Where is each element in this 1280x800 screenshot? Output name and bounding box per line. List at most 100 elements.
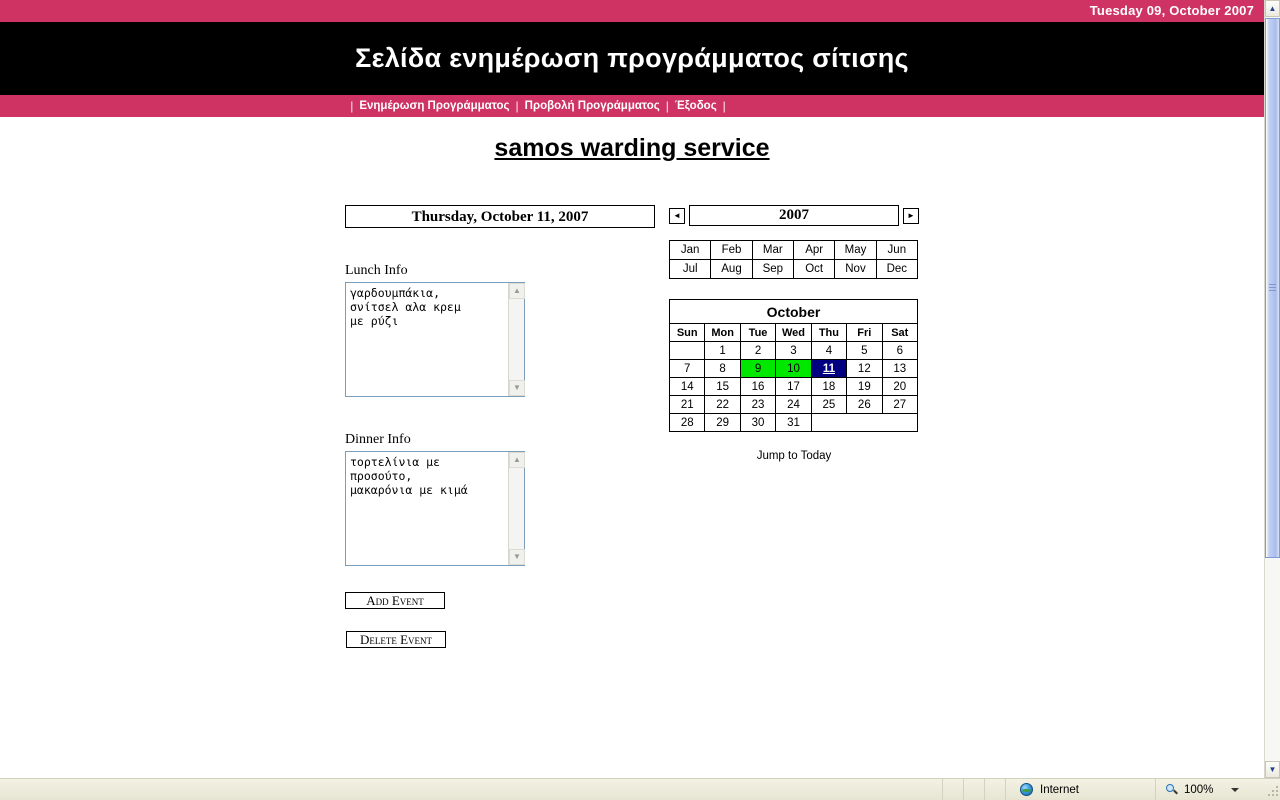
- scroll-up-icon[interactable]: ▲: [509, 283, 525, 299]
- month-cell-may[interactable]: May: [834, 240, 877, 260]
- nav-item-logout[interactable]: Έξοδος: [675, 100, 717, 112]
- calendar-day-cell[interactable]: 22: [704, 395, 741, 414]
- security-zone-label: Internet: [1040, 783, 1079, 796]
- status-segment: [943, 779, 964, 800]
- month-cell-jul[interactable]: Jul: [668, 259, 712, 279]
- calendar-day-cell[interactable]: 8: [704, 359, 741, 378]
- dinner-info-textarea[interactable]: ▲ ▼: [345, 451, 525, 566]
- calendar-day-cell[interactable]: 29: [704, 413, 741, 432]
- calendar-week-row: 1 2 3 4 5 6: [668, 341, 919, 360]
- calendar-day-cell[interactable]: 7: [668, 359, 706, 378]
- jump-to-today-link[interactable]: Jump to Today: [669, 450, 919, 462]
- scrollbar-thumb[interactable]: [1265, 18, 1280, 558]
- globe-icon: [1020, 783, 1033, 796]
- add-event-button[interactable]: Add Event: [345, 592, 445, 609]
- month-cell-sep[interactable]: Sep: [751, 259, 794, 279]
- calendar-day-cell[interactable]: 19: [846, 377, 883, 396]
- calendar-day-cell[interactable]: 25: [810, 395, 848, 414]
- weekday-fri: Fri: [846, 323, 883, 342]
- calendar-day-cell[interactable]: 28: [668, 413, 706, 432]
- month-cell-jan[interactable]: Jan: [668, 240, 712, 260]
- month-cell-dec[interactable]: Dec: [875, 259, 919, 279]
- year-display[interactable]: 2007: [689, 205, 899, 226]
- dinner-info-input[interactable]: [348, 454, 508, 563]
- calendar-day-cell[interactable]: 13: [881, 359, 919, 378]
- calendar-day-cell[interactable]: 21: [668, 395, 706, 414]
- selected-date-display: Thursday, October 11, 2007: [345, 205, 655, 228]
- calendar-day-cell[interactable]: 18: [810, 377, 848, 396]
- weekday-wed: Wed: [775, 323, 812, 342]
- status-segment: [964, 779, 985, 800]
- month-cell-oct[interactable]: Oct: [792, 259, 836, 279]
- top-date-bar: Tuesday 09, October 2007: [0, 0, 1264, 22]
- calendar-day-cell[interactable]: 24: [775, 395, 812, 414]
- calendar-day-cell[interactable]: 15: [704, 377, 741, 396]
- page-title: samos warding service: [494, 134, 770, 162]
- site-title: Σελίδα ενημέρωση προγράμματος σίτισης: [355, 43, 909, 73]
- calendar-day-cell[interactable]: 5: [846, 341, 883, 360]
- scroll-down-icon[interactable]: ▼: [509, 549, 525, 565]
- calendar-week-row: 7 8 9 10 11 12 13: [668, 359, 919, 378]
- status-message-area: [0, 779, 943, 800]
- scroll-down-icon[interactable]: ▼: [1265, 761, 1280, 778]
- calendar-day-cell[interactable]: 27: [881, 395, 919, 414]
- nav-item-view-program[interactable]: Προβολή Προγράμματος: [525, 100, 660, 112]
- nav-separator: |: [350, 99, 354, 113]
- dinner-info-label: Dinner Info: [345, 432, 411, 447]
- calendar-day-cell[interactable]: 17: [775, 377, 812, 396]
- month-cell-mar[interactable]: Mar: [751, 240, 794, 260]
- scroll-up-icon[interactable]: ▲: [1265, 0, 1280, 17]
- calendar-day-cell[interactable]: 31: [775, 413, 812, 432]
- calendar-day-cell-selected[interactable]: 11: [810, 359, 848, 378]
- scroll-up-icon[interactable]: ▲: [509, 452, 525, 468]
- month-row: Jan Feb Mar Apr May Jun: [668, 240, 919, 260]
- month-cell-aug[interactable]: Aug: [710, 259, 753, 279]
- previous-year-icon[interactable]: ◄: [669, 207, 685, 224]
- current-date-text: Tuesday 09, October 2007: [1089, 3, 1254, 18]
- month-cell-nov[interactable]: Nov: [834, 259, 877, 279]
- calendar-day-cell[interactable]: 14: [668, 377, 706, 396]
- calendar-day-cell[interactable]: 2: [739, 341, 777, 360]
- calendar-day-cell[interactable]: 30: [739, 413, 777, 432]
- security-zone-indicator[interactable]: Internet: [1006, 779, 1156, 800]
- calendar-day-cell[interactable]: 12: [846, 359, 883, 378]
- calendar-day-cell[interactable]: 23: [739, 395, 777, 414]
- scroll-down-icon[interactable]: ▼: [509, 380, 525, 396]
- year-selector: ◄ 2007 ►: [669, 205, 919, 226]
- lunch-info-textarea[interactable]: ▲ ▼: [345, 282, 525, 397]
- zoom-level-label: 100%: [1184, 783, 1214, 796]
- event-form: Thursday, October 11, 2007 Lunch Info ▲ …: [345, 205, 665, 649]
- calendar-day-cell[interactable]: 3: [775, 341, 812, 360]
- calendar-day-cell[interactable]: 26: [846, 395, 883, 414]
- calendar-day-cell[interactable]: 20: [881, 377, 919, 396]
- nav-links: | Ενημέρωση Προγράμματος | Προβολή Προγρ…: [344, 99, 732, 113]
- zoom-control[interactable]: 100%: [1156, 779, 1266, 800]
- calendar-widget: ◄ 2007 ► Jan Feb Mar Apr May Jun Jul Aug…: [668, 205, 919, 462]
- calendar-week-row: 14 15 16 17 18 19 20: [668, 377, 919, 396]
- lunch-textarea-scrollbar[interactable]: ▲ ▼: [508, 283, 525, 396]
- month-cell-apr[interactable]: Apr: [792, 240, 836, 260]
- month-cell-feb[interactable]: Feb: [710, 240, 753, 260]
- nav-separator: |: [722, 99, 726, 113]
- magnifier-icon: [1166, 783, 1178, 796]
- lunch-info-label: Lunch Info: [345, 263, 408, 278]
- calendar-day-cell[interactable]: 6: [881, 341, 919, 360]
- chevron-down-icon[interactable]: [1231, 787, 1240, 792]
- next-year-icon[interactable]: ►: [903, 207, 919, 224]
- calendar-day-cell[interactable]: 4: [810, 341, 848, 360]
- day-calendar-grid: October Sun Mon Tue Wed Thu Fri Sat 1 2 …: [668, 299, 919, 432]
- month-cell-jun[interactable]: Jun: [875, 240, 919, 260]
- dinner-textarea-scrollbar[interactable]: ▲ ▼: [508, 452, 525, 565]
- delete-event-button[interactable]: Delete Event: [346, 631, 446, 648]
- nav-item-update-program[interactable]: Ενημέρωση Προγράμματος: [359, 100, 509, 112]
- calendar-day-cell[interactable]: 16: [739, 377, 777, 396]
- calendar-day-cell-event[interactable]: 10: [775, 359, 812, 378]
- page-scrollbar[interactable]: ▲ ▼: [1264, 0, 1280, 778]
- calendar-day-cell-event[interactable]: 9: [739, 359, 777, 378]
- nav-separator: |: [665, 99, 669, 113]
- resize-grip-icon[interactable]: [1266, 779, 1280, 800]
- lunch-info-input[interactable]: [348, 285, 508, 394]
- calendar-day-cell[interactable]: 1: [704, 341, 741, 360]
- weekday-thu: Thu: [810, 323, 848, 342]
- site-header: Σελίδα ενημέρωση προγράμματος σίτισης: [0, 22, 1264, 95]
